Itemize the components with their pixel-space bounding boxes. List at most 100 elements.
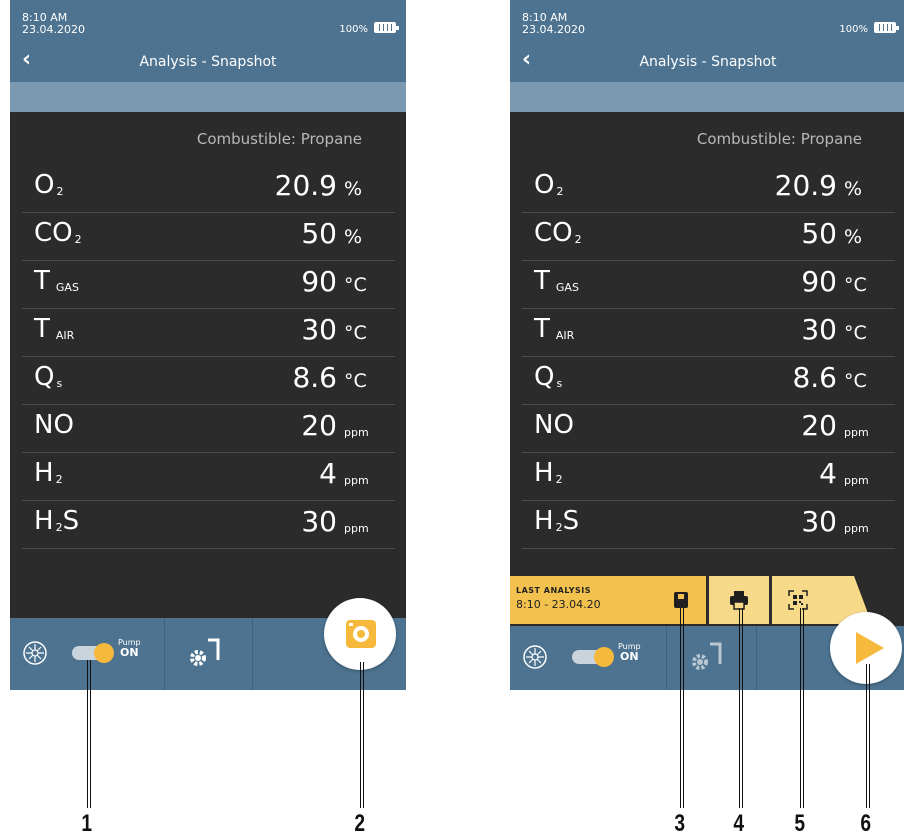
- callout-line-5: [800, 608, 804, 808]
- clock: 8:10 AM 23.04.2020: [22, 11, 85, 36]
- measurement-value: 50: [301, 217, 337, 250]
- last-analysis-label: LAST ANALYSIS: [516, 586, 592, 595]
- page-title: Analysis - Snapshot: [139, 54, 277, 70]
- measurement-value: 90: [801, 265, 837, 298]
- measurement-value: 30: [301, 505, 337, 538]
- callout-3: 3: [674, 810, 686, 837]
- measurement-row: H 2 4 ppm: [522, 454, 895, 501]
- measurement-row: CO 2 50%: [522, 214, 895, 261]
- measurement-value: 30: [801, 313, 837, 346]
- measurement-value: 90: [301, 265, 337, 298]
- callout-line-3: [680, 608, 684, 808]
- measurement-unit: ppm: [344, 426, 369, 439]
- measurement-row: Qs 8.6 °C: [522, 358, 895, 405]
- pump-fan-icon[interactable]: [22, 640, 48, 666]
- battery-percent: 100%: [339, 24, 368, 35]
- measurement-value: 30: [801, 505, 837, 538]
- measurement-unit: %: [844, 178, 863, 200]
- callout-line-4: [739, 608, 743, 808]
- measurement-row: H 2S 30 ppm: [522, 502, 895, 549]
- measurement-row: T AIR 30 °C: [522, 310, 895, 357]
- measurement-row: O 2 20.9%: [522, 166, 895, 213]
- measurement-unit: °C: [344, 322, 367, 344]
- callout-line-1: [87, 660, 91, 808]
- measurement-unit: ppm: [844, 426, 869, 439]
- measurement-unit: °C: [844, 322, 867, 344]
- probe-settings-icon[interactable]: [184, 636, 224, 672]
- measurement-name: H2: [534, 458, 563, 488]
- measurement-name: NO: [34, 410, 74, 440]
- callout-line-6: [866, 664, 870, 808]
- sub-header-bar: [10, 82, 406, 112]
- toggle-knob: [594, 647, 614, 667]
- measurement-name: NO: [534, 410, 574, 440]
- pump-toggle[interactable]: [572, 647, 614, 667]
- measurement-unit: °C: [344, 274, 367, 296]
- measurement-row: Qs 8.6 °C: [22, 358, 395, 405]
- measurement-row: T GAS 90 °C: [522, 262, 895, 309]
- measurement-row: O 2 20.9%: [22, 166, 395, 213]
- measurement-value: 50: [801, 217, 837, 250]
- battery-icon: [874, 22, 899, 33]
- toolbar-divider: [756, 626, 757, 690]
- measurement-row: H 2S 30 ppm: [22, 502, 395, 549]
- measurement-unit: ppm: [844, 522, 869, 535]
- measurement-name: CO 2: [34, 218, 82, 248]
- measurement-name: O2: [34, 170, 64, 200]
- measurement-name: Qs: [34, 362, 63, 392]
- status-bar: 8:10 AM 23.04.2020 100% ‹ Analysis - Snap…: [10, 0, 406, 82]
- measurement-name: CO 2: [534, 218, 582, 248]
- measurement-value: 20: [301, 409, 337, 442]
- probe-settings-icon[interactable]: [686, 640, 726, 676]
- page-title: Analysis - Snapshot: [639, 54, 777, 70]
- pump-label: Pump ON: [118, 638, 141, 659]
- measurement-value: 8.6: [792, 361, 837, 394]
- camera-icon: [346, 620, 376, 648]
- measurement-value: 20: [801, 409, 837, 442]
- measurement-name: T AIR: [534, 314, 575, 344]
- save-icon[interactable]: [674, 592, 688, 608]
- measurement-unit: %: [344, 178, 363, 200]
- measurement-value: 30: [301, 313, 337, 346]
- measurement-name: T GAS: [534, 266, 579, 296]
- callout-1: 1: [81, 810, 93, 837]
- measurement-unit: °C: [844, 370, 867, 392]
- callout-5: 5: [794, 810, 806, 837]
- measurement-name: H 2S: [34, 506, 80, 536]
- toolbar-divider: [252, 618, 253, 690]
- callout-6: 6: [860, 810, 872, 837]
- status-bar: 8:10 AM 23.04.2020 100% ‹ Analysis - Snap…: [510, 0, 904, 82]
- battery-percent: 100%: [839, 24, 868, 35]
- play-icon: [856, 632, 884, 664]
- callout-line-2: [360, 662, 364, 808]
- pump-label: Pump ON: [618, 642, 641, 663]
- measurement-value: 20.9: [774, 169, 837, 202]
- toolbar-divider: [666, 626, 667, 690]
- pump-toggle[interactable]: [72, 643, 114, 663]
- measurement-value: 4: [319, 457, 337, 490]
- right-screen: 8:10 AM 23.04.2020 100% ‹ Analysis - Snap…: [510, 0, 904, 690]
- measurement-row: H 2 4 ppm: [22, 454, 395, 501]
- measurement-unit: %: [344, 226, 363, 248]
- pump-fan-icon[interactable]: [522, 644, 548, 670]
- measurement-value: 4: [819, 457, 837, 490]
- toggle-knob: [94, 643, 114, 663]
- measurement-name: O2: [534, 170, 564, 200]
- measurement-unit: °C: [344, 370, 367, 392]
- combustible-label: Combustible: Propane: [696, 130, 862, 148]
- last-analysis-panel: LAST ANALYSIS 8:10 - 23.04.20: [510, 576, 706, 624]
- snapshot-button[interactable]: [324, 598, 396, 670]
- measurement-unit: %: [844, 226, 863, 248]
- measurement-unit: ppm: [344, 474, 369, 487]
- measurement-row: NO 20 ppm: [522, 406, 895, 453]
- measurement-name: T GAS: [34, 266, 79, 296]
- measurement-name: H2: [34, 458, 63, 488]
- measurement-name: T AIR: [34, 314, 75, 344]
- toolbar-divider: [164, 618, 165, 690]
- measurement-row: T AIR 30 °C: [22, 310, 395, 357]
- measurement-row: CO 2 50%: [22, 214, 395, 261]
- measurement-unit: ppm: [344, 522, 369, 535]
- measurement-row: NO 20 ppm: [22, 406, 395, 453]
- battery-icon: [374, 22, 399, 33]
- qr-code-icon: [788, 590, 808, 610]
